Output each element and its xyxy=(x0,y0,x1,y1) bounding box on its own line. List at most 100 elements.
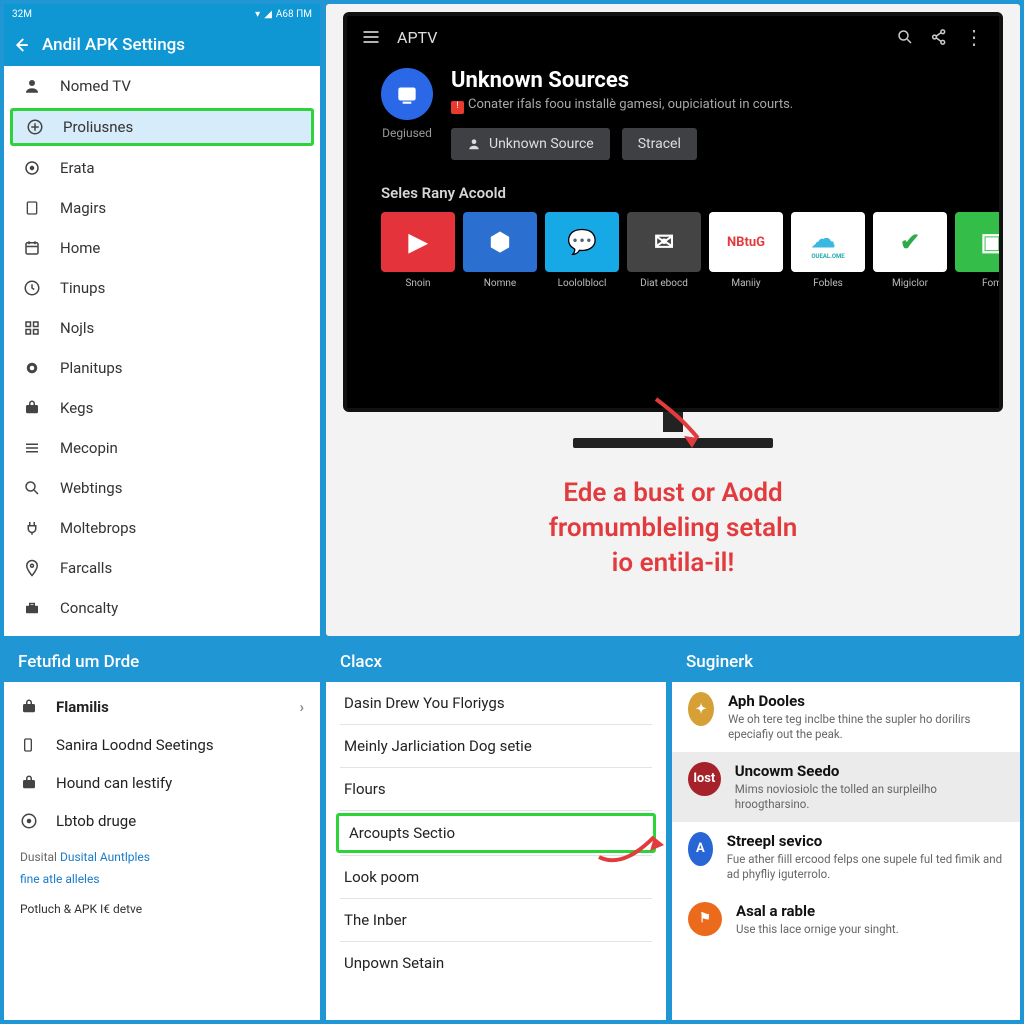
degiused-label: Degiused xyxy=(382,126,432,140)
bm-item[interactable]: Unpown Setain xyxy=(326,942,666,984)
tv-screen: APTV ⋮ Degiused Unknown Sources xyxy=(343,12,1003,412)
sidebar-label: Erata xyxy=(60,159,95,177)
br-item-asal-a-rable[interactable]: ⚑ Asal a rable Use this lace ornige your s… xyxy=(672,892,1020,947)
bl-row-sanira-loodnd-seetings[interactable]: Sanira Loodnd Seetings xyxy=(4,726,320,764)
bm-item[interactable]: Meinly Jarliciation Dog setie xyxy=(326,725,666,767)
bm-item[interactable]: The Inber xyxy=(326,899,666,941)
bl-row-lbtob-druge[interactable]: Lbtob druge xyxy=(4,802,320,840)
app-label: Migiclor xyxy=(892,278,928,289)
unknown-sources-subtitle: !Conater ifals foou installè gamesi, oup… xyxy=(451,97,793,114)
tv-title: APTV xyxy=(397,28,437,47)
sidebar-item-webtings[interactable]: Webtings xyxy=(4,468,320,508)
bl-label: Flamilis xyxy=(56,698,109,716)
br-title: Aph Dooles xyxy=(728,692,1004,710)
app-label: Diat ebocd xyxy=(640,278,688,289)
bl-label: Lbtob druge xyxy=(56,812,136,830)
sidebar-item-mecopin[interactable]: Mecopin xyxy=(4,428,320,468)
warning-icon: ! xyxy=(451,101,464,114)
app-tile-nomne[interactable]: ⬢Nomne xyxy=(463,212,537,289)
bl-label: Hound can lestify xyxy=(56,774,172,792)
app-tile-snoin[interactable]: ▶Snoin xyxy=(381,212,455,289)
bl-row-hound-can-lestify[interactable]: Hound can lestify xyxy=(4,764,320,802)
clock-icon xyxy=(22,278,42,298)
sidebar-item-nojls[interactable]: Nojls xyxy=(4,308,320,348)
dot-icon xyxy=(22,358,42,378)
status-time: 32M xyxy=(12,9,32,20)
sidebar-item-concalty[interactable]: Concalty xyxy=(4,588,320,628)
br-header: Suginerk xyxy=(672,642,1020,682)
unknown-source-button[interactable]: Unknown Source xyxy=(451,128,610,160)
bm-header: Clacx xyxy=(326,642,666,682)
overflow-icon[interactable]: ⋮ xyxy=(964,25,985,49)
sidebar-item-tinups[interactable]: Tinups xyxy=(4,268,320,308)
sidebar-label: Nojls xyxy=(60,319,94,337)
arrow-icon xyxy=(646,394,716,454)
stracel-button[interactable]: Stracel xyxy=(622,128,697,160)
arrow-icon xyxy=(594,822,674,872)
sidebar-item-magirs[interactable]: Magirs xyxy=(4,188,320,228)
sidebar-item-home[interactable]: Home xyxy=(4,228,320,268)
app-tile-fobles[interactable]: ☁OUEAL.OMEFobles xyxy=(791,212,865,289)
app-label: Snoin xyxy=(405,278,430,289)
sidebar-label: Proliusnes xyxy=(63,118,133,136)
sidebar-item-proliusnes[interactable]: Proliusnes xyxy=(10,108,314,146)
sidebar-item-planitups[interactable]: Planitups xyxy=(4,348,320,388)
br-item-uncowm-seedo[interactable]: lostUncowm SeedoMims noviosiolc the toll… xyxy=(672,752,1020,822)
status-bar: 32M ▾ ◢ A68 ПM xyxy=(4,4,320,24)
briefcase-icon xyxy=(22,398,42,418)
app-label: Nomne xyxy=(484,278,516,289)
sidebar-item-moltebrops[interactable]: Moltebrops xyxy=(4,508,320,548)
sidebar-item-farcalls[interactable]: Farcalls xyxy=(4,548,320,588)
app-tile-fom[interactable]: ▣Fom xyxy=(955,212,1003,289)
bl-foot2[interactable]: fine atle alleles xyxy=(4,868,320,890)
sidebar-item-kegs[interactable]: Kegs xyxy=(4,388,320,428)
app-tile-loololblocl[interactable]: 💬Loololblocl xyxy=(545,212,619,289)
back-icon[interactable] xyxy=(12,36,30,54)
phone-appbar: Andil APK Settings xyxy=(4,24,320,66)
br-sub: Use this lace ornige your singht. xyxy=(736,922,899,937)
sidebar-item-nomed tv[interactable]: Nomed TV xyxy=(4,66,320,106)
signal-icon: ◢ xyxy=(264,9,272,20)
bl-foot1: Dusital Dusital Auntlples xyxy=(4,846,320,868)
status-extra: A68 ПM xyxy=(276,9,312,20)
bm-item[interactable]: Dasin Drew You Floriygs xyxy=(326,682,666,724)
squares-icon xyxy=(22,318,42,338)
app-label: Loololblocl xyxy=(558,278,607,289)
hamburger-icon[interactable] xyxy=(361,27,381,47)
apps-row-header: Seles Rany Acoold xyxy=(381,184,965,202)
plus-circle-icon xyxy=(25,117,45,137)
sidebar-label: Kegs xyxy=(60,399,93,417)
bottom-right-panel: Suginerk ✦Aph DoolesWe oh tere teg inclb… xyxy=(672,642,1020,1020)
person-icon xyxy=(22,76,42,96)
br-sub: Fue ather fiill ercood felps one supele … xyxy=(727,852,1004,882)
share-icon[interactable] xyxy=(930,28,948,46)
wifi-icon: ▾ xyxy=(255,9,260,20)
app-label: Maniiy xyxy=(731,278,760,289)
stack-icon xyxy=(22,438,42,458)
app-icon: ⚑ xyxy=(688,902,722,936)
bl-header: Fetufid um Drde xyxy=(4,642,320,682)
search-icon[interactable] xyxy=(896,28,914,46)
magnify-icon xyxy=(22,478,42,498)
bl-row-flamilis[interactable]: Flamilis› xyxy=(4,688,320,726)
br-title: Asal a rable xyxy=(736,902,899,920)
bm-item[interactable]: Flours xyxy=(326,768,666,810)
app-tile-maniiy[interactable]: NBtuGManiiy xyxy=(709,212,783,289)
app-tile-migiclor[interactable]: ✔Migiclor xyxy=(873,212,947,289)
br-item-aph-dooles[interactable]: ✦Aph DoolesWe oh tere teg inclbe thine t… xyxy=(672,682,1020,752)
app-label: Fom xyxy=(982,278,1002,289)
appbar-title: Andil APK Settings xyxy=(42,35,185,55)
bl-label: Sanira Loodnd Seetings xyxy=(56,736,214,754)
source-app-icon xyxy=(381,68,433,120)
br-title: Uncowm Seedo xyxy=(735,762,1004,780)
plug-icon xyxy=(22,518,42,538)
app-tile-diat ebocd[interactable]: ✉Diat ebocd xyxy=(627,212,701,289)
app-label: Fobles xyxy=(813,278,843,289)
apps-row: ▶Snoin⬢Nomne💬Loololblocl✉Diat ebocdNBtuG… xyxy=(381,212,965,289)
bl-link1[interactable]: Dusital Auntlples xyxy=(60,850,150,864)
calendar-icon xyxy=(22,238,42,258)
briefcase-icon xyxy=(20,774,40,792)
br-item-streepl-sevico[interactable]: AStreepl sevicoFue ather fiill ercood fe… xyxy=(672,822,1020,892)
tv-topbar: APTV ⋮ xyxy=(347,16,999,58)
sidebar-item-erata[interactable]: Erata xyxy=(4,148,320,188)
